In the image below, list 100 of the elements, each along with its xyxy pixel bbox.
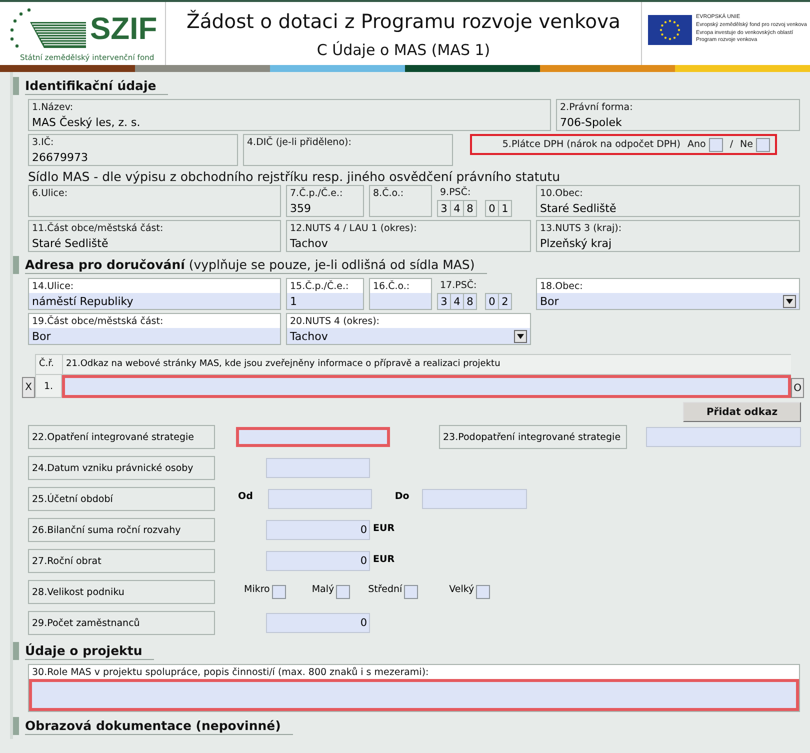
field-label: 26.Bilanční suma roční rozvahy	[28, 518, 215, 542]
input-field[interactable]: 359	[287, 200, 363, 216]
input-field[interactable]	[422, 489, 528, 509]
field-label: 13.NUTS 3 (kraj):	[539, 222, 623, 235]
input-field[interactable]: Staré Sedliště	[537, 200, 799, 216]
remove-button[interactable]: X	[22, 377, 35, 398]
input-field[interactable]	[370, 293, 431, 309]
eu-flag-icon	[648, 14, 692, 44]
section-title: Obrazová dokumentace (nepovinné)	[25, 718, 293, 734]
input-field[interactable]	[62, 375, 791, 398]
field-label: 8.Č.o.:	[372, 186, 405, 200]
field-label: 4.DIČ (je-li přiděleno):	[246, 135, 352, 149]
checkbox[interactable]	[404, 585, 418, 599]
digit-field[interactable]: 8	[463, 293, 477, 310]
field-label: 7.Č.p./Č.e.:	[289, 186, 344, 200]
input-field[interactable]: 0	[266, 551, 370, 571]
digit-field[interactable]: 3	[437, 293, 451, 310]
digit-field[interactable]: 0	[485, 293, 499, 310]
field-label: 11.Část obce/městská část:	[31, 221, 164, 235]
input-field[interactable]: 706-Spolek	[557, 114, 799, 130]
field-label: 22.Opatření integrované strategie	[28, 425, 215, 449]
checkbox[interactable]	[756, 138, 770, 152]
option-label: Mikro	[244, 584, 270, 594]
section-marker	[13, 256, 19, 274]
input-field[interactable]	[236, 427, 390, 447]
input-field[interactable]: Bor	[29, 328, 280, 344]
page-subtitle: C Údaje o MAS (MAS 1)	[316, 41, 490, 59]
digit-field[interactable]: 2	[498, 293, 512, 310]
field-label: 16.Č.o.:	[372, 279, 411, 293]
field-label: 17.PSČ:	[439, 278, 478, 291]
field-label: Od	[238, 490, 253, 502]
field-label: 14.Ulice:	[31, 280, 75, 293]
input-field[interactable]	[268, 489, 372, 509]
field-label: 9.PSČ:	[439, 185, 472, 198]
separator-text: /	[730, 139, 734, 150]
digit-field: 3	[437, 200, 451, 217]
field-label: 15.Č.p./Č.e.:	[289, 279, 350, 293]
dropdown[interactable]: Tachov	[287, 328, 530, 344]
option-label: Velký	[449, 584, 474, 594]
checkbox[interactable]	[272, 585, 286, 599]
field-label: 30.Role MAS v projektu spolupráce, popis činnosti/í (max. 800 znaků i s mezerami):	[31, 666, 430, 679]
input-field[interactable]: 26679973	[29, 149, 237, 165]
section-title: Adresa pro doručování (vyplňuje se pouze, je-li odlišná od sídla MAS)	[25, 256, 487, 274]
section-title: Identifikační údaje	[25, 78, 168, 94]
option-label: Ne	[740, 139, 753, 150]
subheading: Sídlo MAS - dle výpisu z obchodního rejstříku resp. jiného osvědčení právního statutu	[28, 169, 562, 184]
open-button[interactable]: O	[791, 378, 804, 398]
field-label: Do	[394, 490, 410, 502]
field-label: 27.Roční obrat	[28, 549, 215, 573]
option-label: Střední	[368, 584, 402, 594]
row-number: 1.	[35, 375, 62, 398]
text-area[interactable]	[29, 679, 799, 711]
page-title: Žádost o dotaci z Programu rozvoje venkova	[186, 10, 620, 33]
field-label: 24.Datum vzniku právnické osoby	[28, 456, 215, 480]
column-header: Č.ř.	[35, 354, 62, 375]
field-label: 20.NUTS 4 (okres):	[289, 315, 381, 328]
field-label: 6.Ulice:	[31, 187, 69, 200]
digit-field[interactable]: 4	[450, 293, 464, 310]
input-field[interactable]: Plzeňský kraj	[537, 235, 799, 251]
logo-text: SZIF	[90, 12, 158, 44]
field-label: 5.Plátce DPH (nárok na odpočet DPH)	[502, 139, 680, 150]
section-title: Údaje o projektu	[25, 642, 154, 660]
caret-icon	[783, 295, 796, 308]
field-label: 19.Část obce/městská část:	[31, 314, 164, 328]
digit-field: 0	[485, 200, 499, 217]
checkbox[interactable]	[708, 138, 723, 152]
field-label: 23.Podopatření integrované strategie	[439, 425, 627, 449]
input-field[interactable]	[646, 427, 801, 447]
input-field[interactable]: Staré Sedliště	[29, 235, 280, 251]
unit-label: EUR	[373, 522, 395, 534]
digit-field: 1	[498, 200, 512, 217]
input-field[interactable]: náměstí Republiky	[29, 293, 280, 309]
input-field[interactable]	[266, 458, 370, 478]
field-label: 2.Právní forma:	[559, 101, 634, 114]
input-field[interactable]: 0	[266, 613, 370, 633]
digit-field: 8	[463, 200, 477, 217]
input-field[interactable]: MAS Český les, z. s.	[29, 114, 550, 130]
field-label: 29.Počet zaměstnanců	[28, 611, 215, 635]
section-marker	[13, 717, 19, 735]
option-label: Ano	[688, 139, 706, 150]
digit-field: 4	[450, 200, 464, 217]
field-label: 3.IČ:	[31, 135, 55, 149]
field-label: 18.Obec:	[539, 280, 584, 293]
column-header: 21.Odkaz na webové stránky MAS, kde jsou zveřejněny informace o přípravě a realizaci projektu	[62, 354, 791, 375]
field-label: 25.Účetní období	[28, 487, 215, 511]
field-label: 12.NUTS 4 / LAU 1 (okres):	[289, 222, 418, 235]
unit-label: EUR	[373, 554, 395, 564]
section-marker	[13, 642, 19, 660]
checkbox[interactable]	[476, 585, 490, 599]
caret-icon	[514, 330, 527, 343]
add-link-button[interactable]: Přidat odkaz	[683, 402, 801, 422]
field-label: 1.Název:	[31, 101, 74, 114]
checkbox[interactable]	[336, 585, 350, 599]
section-marker	[13, 77, 19, 95]
option-label: Malý	[312, 584, 334, 594]
input-field[interactable]: 0	[266, 520, 370, 540]
dropdown[interactable]: Bor	[537, 293, 799, 309]
input-field[interactable]: 1	[287, 293, 363, 309]
input-field[interactable]: Tachov	[287, 235, 530, 251]
field-label: 10.Obec:	[539, 187, 584, 200]
